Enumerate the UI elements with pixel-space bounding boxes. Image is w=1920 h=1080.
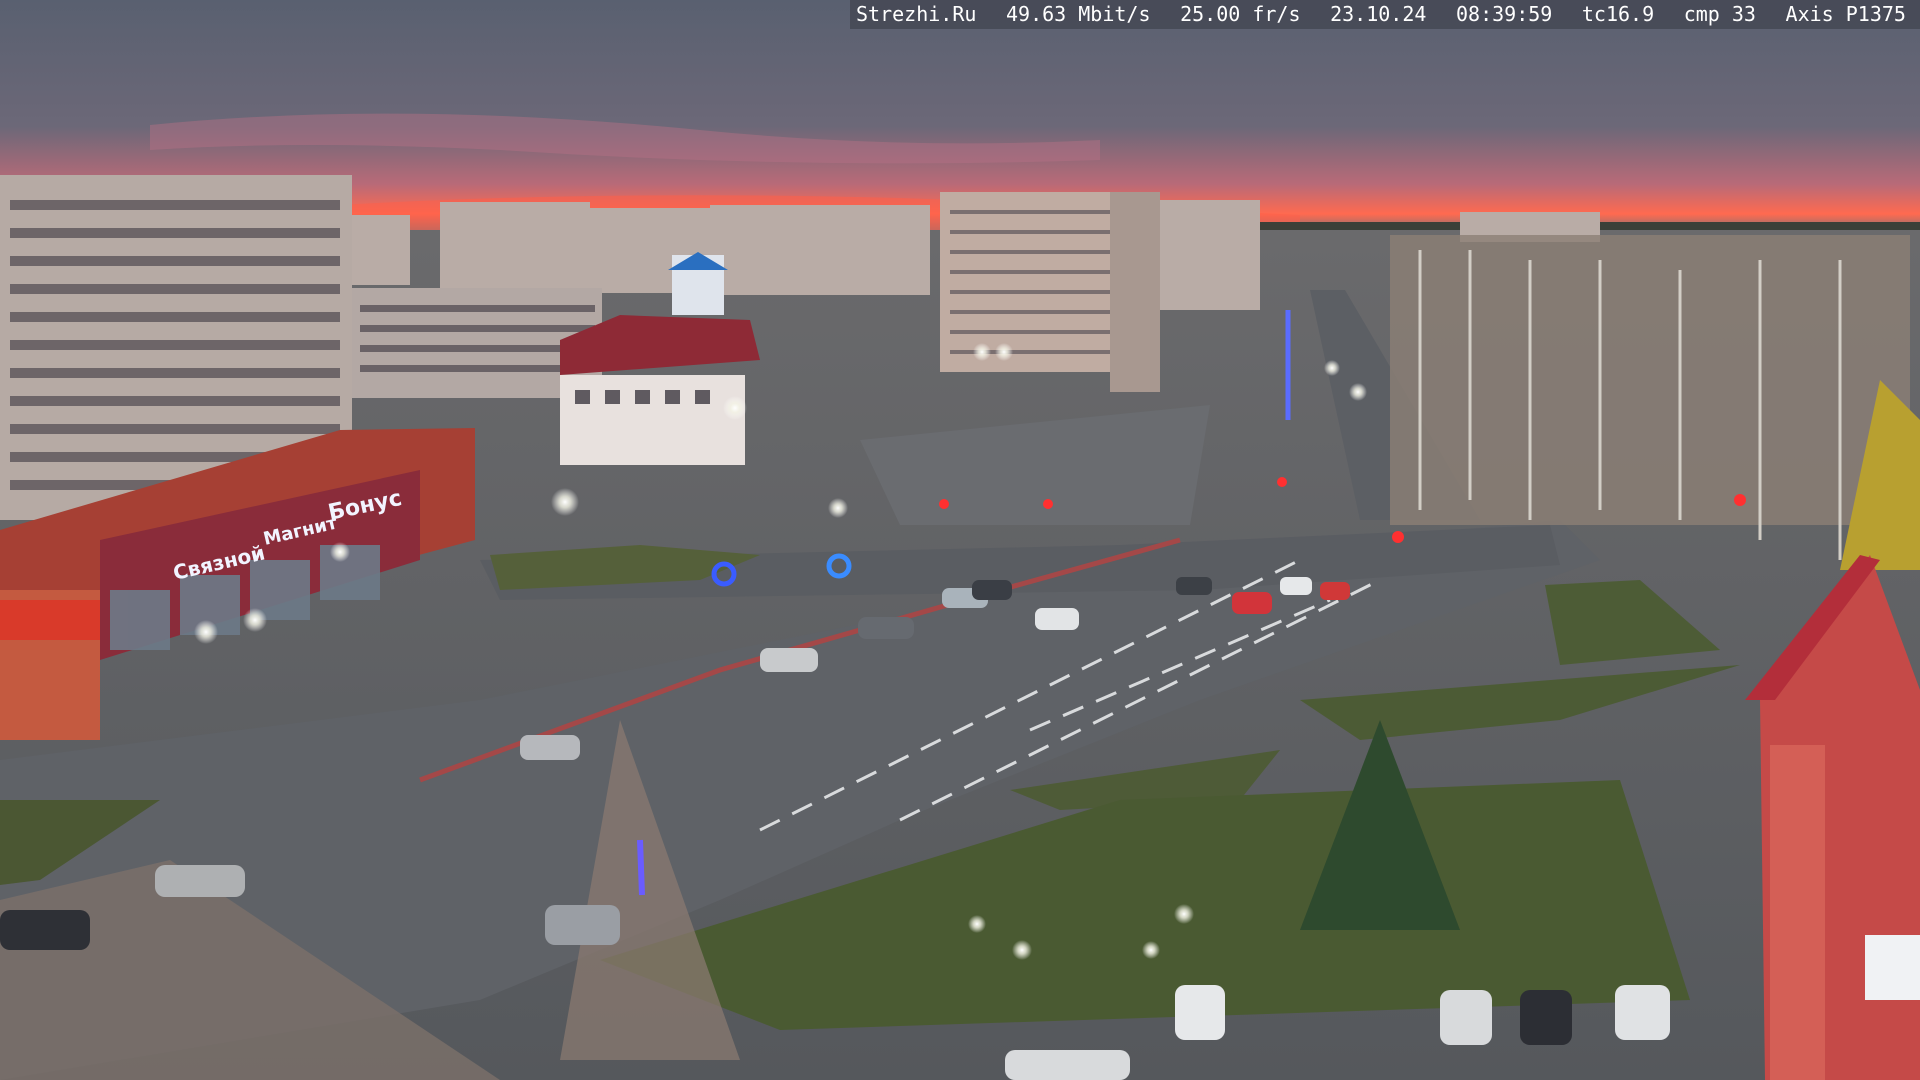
overlay-date: 23.10.24 [1330, 2, 1427, 26]
overlay-cmp: cmp 33 [1683, 2, 1756, 26]
camera-overlay: Strezhi.Ru 49.63 Mbit/s 25.00 fr/s 23.10… [850, 0, 1920, 29]
overlay-framerate: 25.00 fr/s [1180, 2, 1301, 26]
camera-view: Связной Магнит Бонус Strezhi.Ru 49.63 Mb… [0, 0, 1920, 1080]
overlay-camera: Axis P1375 [1785, 2, 1906, 26]
red-roof-building [560, 315, 760, 465]
overlay-time: 08:39:59 [1455, 2, 1553, 26]
overlay-tc: tc16.9 [1581, 2, 1655, 26]
overlay-bitrate: 49.63 Mbit/s [1006, 2, 1151, 26]
overlay-site: Strezhi.Ru [856, 2, 977, 26]
tall-block-center [940, 192, 1160, 392]
webcam-scene: Связной Магнит Бонус [0, 0, 1920, 1080]
birch-trees [1390, 235, 1910, 525]
